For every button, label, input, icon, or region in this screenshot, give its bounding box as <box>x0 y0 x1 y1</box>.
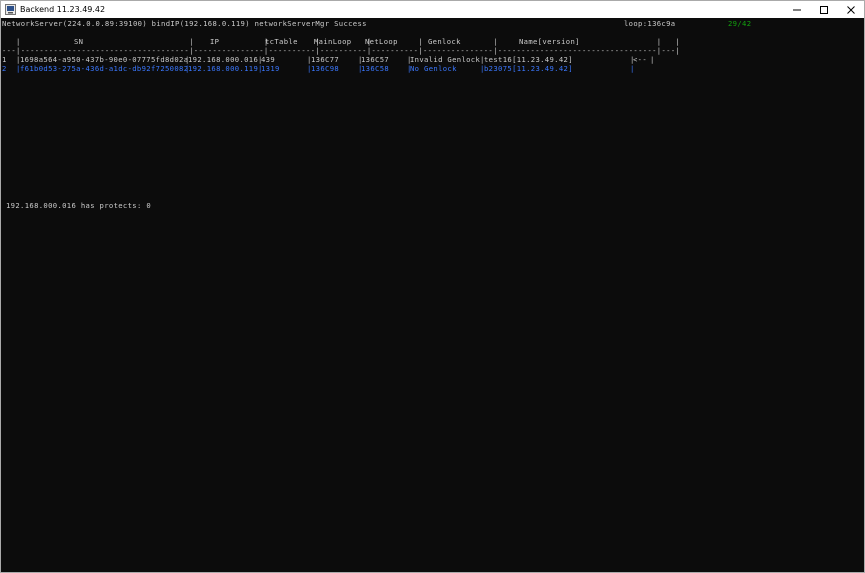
scrollbar[interactable] <box>712 567 862 570</box>
row-tctable: 439 <box>261 55 276 64</box>
header-mainloop: MainLoop <box>314 37 352 46</box>
maximize-icon <box>819 5 828 14</box>
header-genlock: Genlock <box>428 37 461 46</box>
app-icon <box>5 4 16 15</box>
row-netloop: 136C58 <box>361 64 390 73</box>
row-sn: f61b0d53-275a-436d-a1dc-db92f7250082 <box>20 64 189 73</box>
row-mainloop: 136C77 <box>311 55 340 64</box>
row-genlock: Invalid Genlock <box>410 55 481 64</box>
header-netloop: NetLoop <box>365 37 398 46</box>
row-ip: 192.168.000.119 <box>188 64 259 73</box>
header-ip: IP <box>210 37 220 46</box>
loop-indicator: loop:136c9a <box>624 19 676 28</box>
minimize-button[interactable] <box>783 1 810 18</box>
row-name: test16[11.23.49.42] <box>484 55 573 64</box>
row-sn: 1698a564-a950-437b-90e0-07775fd8d02a <box>20 55 189 64</box>
row-mainloop: 136C98 <box>311 64 340 73</box>
close-icon <box>846 5 855 14</box>
title-bar[interactable]: Backend 11.23.49.42 <box>1 1 864 18</box>
window-title: Backend 11.23.49.42 <box>20 5 106 14</box>
row-index: 1 <box>2 55 7 64</box>
status-line: NetworkServer(224.0.0.89:39100) bindIP(1… <box>2 19 367 28</box>
header-name: Name[version] <box>519 37 580 46</box>
row-name: b23075[11.23.49.42] <box>484 64 573 73</box>
terminal-output[interactable]: NetworkServer(224.0.0.89:39100) bindIP(1… <box>1 18 864 572</box>
row-index: 2 <box>2 64 7 73</box>
row-genlock: No Genlock <box>410 64 457 73</box>
counter-indicator: 29/42 <box>728 19 752 28</box>
table-divider: ---|------------------------------------… <box>2 46 681 55</box>
row-netloop: 136C57 <box>361 55 390 64</box>
minimize-icon <box>792 9 801 10</box>
row-marker: <-- <box>633 55 648 64</box>
console-window: Backend 11.23.49.42 NetworkServer(224.0.… <box>0 0 865 573</box>
row-ip: 192.168.000.016 <box>188 55 259 64</box>
header-tctable: tcTable <box>265 37 298 46</box>
protects-message: 192.168.000.016 has protects: 0 <box>6 201 151 210</box>
header-sn: SN <box>74 37 84 46</box>
close-button[interactable] <box>837 1 864 18</box>
maximize-button[interactable] <box>810 1 837 18</box>
row-tctable: 1319 <box>261 64 280 73</box>
window-controls <box>783 1 864 18</box>
